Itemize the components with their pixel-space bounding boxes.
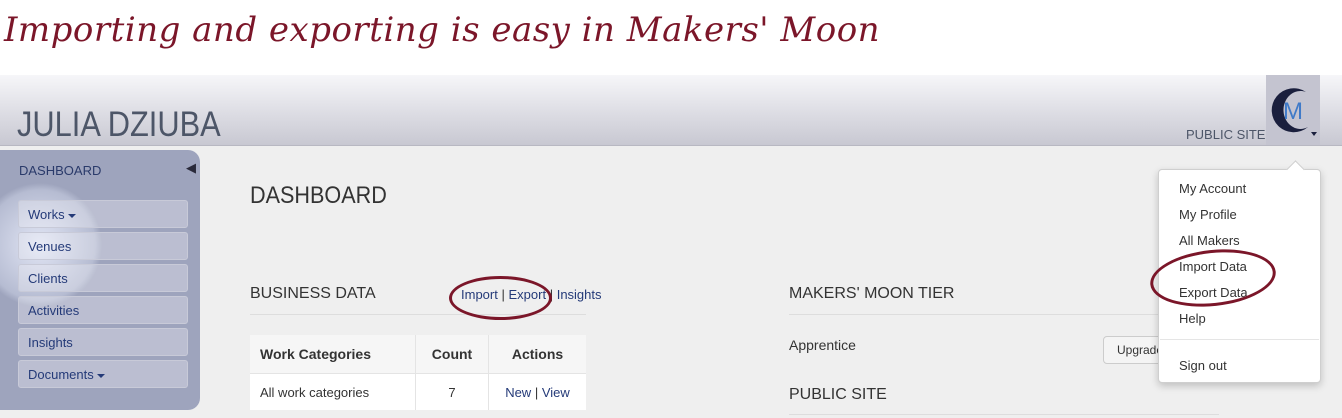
tier-heading: MAKERS' MOON TIER — [789, 285, 955, 302]
insights-link[interactable]: Insights — [557, 287, 602, 302]
table-cell: All work categories — [250, 373, 416, 410]
sidebar-item-label: Activities — [28, 303, 80, 318]
table-cell: 7 — [415, 373, 489, 410]
account-name: JULIA DZIUBA — [17, 105, 221, 144]
collapse-sidebar-icon[interactable]: ◀ — [186, 160, 196, 176]
menu-item-all-makers[interactable]: All Makers — [1179, 233, 1240, 248]
sidebar-item-venues[interactable]: Venues — [18, 232, 188, 260]
sidebar-item-works[interactable]: Works — [18, 200, 188, 228]
sidebar-item-insights[interactable]: Insights — [18, 328, 188, 356]
sidebar-item-clients[interactable]: Clients — [18, 264, 188, 292]
sidebar-item-label: Insights — [28, 335, 73, 350]
sidebar-item-label: Venues — [28, 239, 72, 254]
public-site-heading: PUBLIC SITE — [789, 386, 887, 403]
user-menu-toggle[interactable]: M — [1266, 75, 1320, 145]
page-title: DASHBOARD — [250, 182, 387, 209]
new-link[interactable]: New — [505, 385, 531, 400]
sidebar-item-label: Works — [28, 207, 65, 222]
sidebar-title[interactable]: DASHBOARD — [19, 163, 101, 178]
menu-item-help[interactable]: Help — [1179, 311, 1206, 326]
sidebar-item-label: Documents — [28, 367, 94, 382]
dropdown-arrow — [1286, 160, 1305, 179]
chevron-down-icon — [67, 213, 76, 218]
app-window: JULIA DZIUBA PUBLIC SITE M DASHBOARD ◀ W… — [0, 75, 1342, 418]
table-header: Count — [415, 335, 489, 374]
link-separator: | — [534, 384, 539, 400]
business-data-heading: BUSINESS DATA — [250, 285, 376, 302]
makers-moon-logo-icon: M — [1271, 88, 1317, 136]
menu-item-my-profile[interactable]: My Profile — [1179, 207, 1237, 222]
divider — [789, 314, 1219, 315]
table-row: All work categories 7 New | View — [250, 373, 586, 410]
divider — [789, 414, 1219, 415]
svg-text:M: M — [1283, 98, 1303, 125]
divider — [250, 314, 586, 315]
annotation-circle-import-export — [449, 276, 552, 320]
table-header: Work Categories — [250, 335, 416, 374]
sidebar-item-documents[interactable]: Documents — [18, 360, 188, 388]
menu-divider — [1160, 339, 1319, 340]
table-header: Actions — [488, 335, 586, 374]
view-link[interactable]: View — [542, 385, 570, 400]
top-header: JULIA DZIUBA PUBLIC SITE M — [0, 75, 1342, 146]
tier-level: Apprentice — [789, 337, 856, 353]
chevron-down-icon — [96, 373, 105, 378]
menu-item-sign-out[interactable]: Sign out — [1179, 358, 1227, 373]
sidebar-item-activities[interactable]: Activities — [18, 296, 188, 324]
public-site-label: PUBLIC SITE — [1186, 127, 1266, 142]
sidebar-item-label: Clients — [28, 271, 68, 286]
work-categories-table: Work Categories Count Actions All work c… — [250, 335, 586, 410]
menu-item-my-account[interactable]: My Account — [1179, 181, 1246, 196]
tutorial-caption: Importing and exporting is easy in Maker… — [4, 10, 881, 50]
sidebar: DASHBOARD ◀ Works Venues Clients Activit… — [0, 150, 200, 410]
table-cell-actions: New | View — [488, 373, 586, 410]
